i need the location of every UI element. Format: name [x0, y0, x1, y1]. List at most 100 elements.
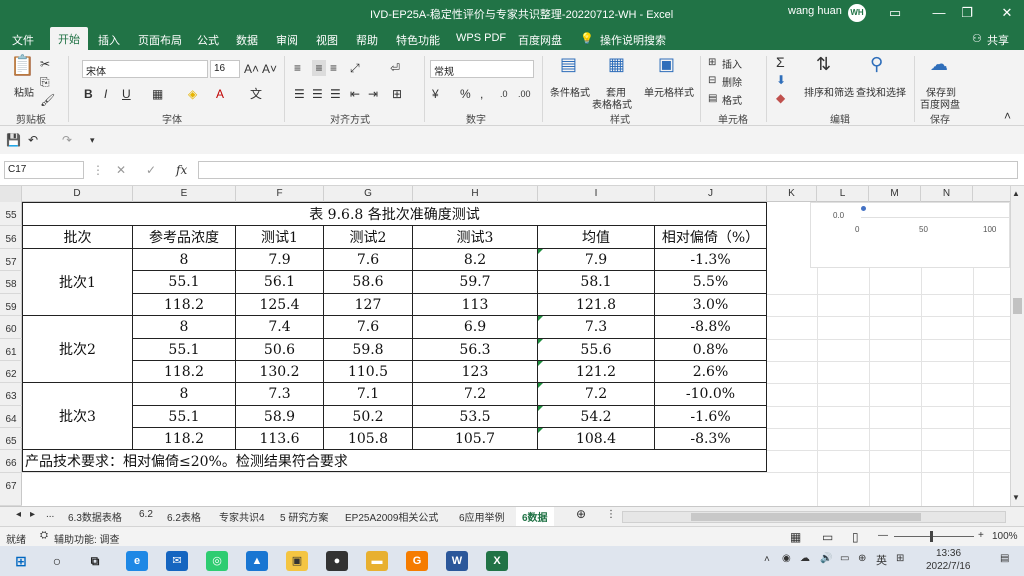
table-cell[interactable]: 6.9	[413, 316, 538, 339]
share-button[interactable]: 共享	[987, 32, 1009, 48]
batch-cell[interactable]: 批次2	[22, 316, 133, 383]
add-sheet-icon[interactable]: ⊕	[576, 507, 586, 521]
format-cells-button[interactable]: 格式	[722, 92, 742, 107]
table-cell[interactable]: -8.3%	[655, 428, 767, 450]
fill-icon[interactable]: ⬇	[776, 72, 786, 88]
zoom-level[interactable]: 100%	[992, 531, 1018, 542]
row-header[interactable]: 65	[0, 428, 22, 450]
table-note[interactable]: 产品技术要求：相对偏倚≤20%。检测结果符合要求	[22, 450, 767, 472]
paste-icon[interactable]: 📋	[10, 56, 35, 76]
volume-icon[interactable]: 🔊	[820, 553, 832, 564]
cell-style-icon[interactable]: ▣	[658, 55, 675, 73]
row-header[interactable]: 67	[0, 473, 22, 506]
table-cell[interactable]: -10.0%	[655, 383, 767, 406]
tab-formulas[interactable]: 公式	[197, 32, 219, 48]
table-cell[interactable]: 125.4	[236, 294, 324, 316]
orientation-icon[interactable]: ⤢	[350, 60, 360, 76]
column-header[interactable]: L	[817, 186, 869, 202]
tab-page-layout[interactable]: 页面布局	[138, 32, 182, 48]
table-title[interactable]: 表 9.6.8 各批次准确度测试	[22, 202, 767, 226]
table-cell[interactable]: 105.8	[324, 428, 413, 450]
wrap-text-icon[interactable]: ⏎	[390, 60, 400, 76]
clear-icon[interactable]: ◆	[776, 90, 785, 106]
table-cell[interactable]: 55.6	[538, 339, 655, 361]
sheet-tab[interactable]: 专家共识4	[219, 509, 265, 524]
windows-start-icon[interactable]: ⊞	[10, 551, 32, 571]
number-format-combo[interactable]: 常规	[430, 60, 534, 78]
table-cell[interactable]: 127	[324, 294, 413, 316]
table-cell[interactable]: 7.3	[236, 383, 324, 406]
row-header[interactable]: 64	[0, 406, 22, 428]
close-icon[interactable]: ✕	[994, 3, 1020, 23]
find-select-icon[interactable]: ⚲	[870, 55, 883, 73]
table-cell[interactable]: 55.1	[133, 271, 236, 294]
align-left-icon[interactable]: ☰	[294, 86, 305, 102]
row-header[interactable]: 59	[0, 294, 22, 316]
tab-wps-pdf[interactable]: WPS PDF	[456, 32, 506, 44]
decrease-indent-icon[interactable]: ⇤	[350, 86, 360, 102]
table-cell[interactable]: -1.3%	[655, 249, 767, 271]
table-cell[interactable]: 118.2	[133, 428, 236, 450]
align-middle-icon[interactable]: ≡	[312, 60, 326, 76]
horizontal-scroll-thumb[interactable]	[691, 513, 921, 521]
table-cell[interactable]: 121.8	[538, 294, 655, 316]
sort-filter-button[interactable]: 排序和筛选	[804, 84, 854, 99]
table-cell[interactable]: 55.1	[133, 339, 236, 361]
table-cell[interactable]: 56.1	[236, 271, 324, 294]
tab-data[interactable]: 数据	[236, 32, 258, 48]
user-name[interactable]: wang huan	[788, 5, 842, 17]
header-test1[interactable]: 测试1	[236, 226, 324, 249]
align-right-icon[interactable]: ☰	[330, 86, 341, 102]
table-cell[interactable]: 113	[413, 294, 538, 316]
find-select-button[interactable]: 查找和选择	[856, 84, 906, 99]
sheet-tab-more[interactable]: ...	[46, 509, 54, 520]
row-header[interactable]: 66	[0, 450, 22, 473]
row-header[interactable]: 62	[0, 361, 22, 383]
table-cell[interactable]: 7.6	[324, 316, 413, 339]
media-app-icon[interactable]: ●	[326, 551, 348, 571]
app-g-icon[interactable]: G	[406, 551, 428, 571]
font-name-combo[interactable]: 宋体	[82, 60, 208, 78]
copy-icon[interactable]: ⎘	[40, 74, 50, 90]
excel-icon[interactable]: X	[486, 551, 508, 571]
row-header[interactable]: 63	[0, 383, 22, 406]
row-header[interactable]: 60	[0, 316, 22, 339]
minimize-icon[interactable]: —	[926, 3, 952, 23]
formula-input[interactable]	[198, 161, 1018, 179]
decrease-decimal-icon[interactable]: .00	[518, 86, 531, 102]
table-cell[interactable]: 7.1	[324, 383, 413, 406]
table-cell[interactable]: 110.5	[324, 361, 413, 383]
cancel-icon[interactable]: ✕	[116, 162, 126, 178]
column-header[interactable]: D	[22, 186, 133, 202]
scroll-tabs-left-icon[interactable]: ◂	[16, 509, 21, 520]
page-layout-view-icon[interactable]: ▭	[822, 529, 833, 545]
tab-view[interactable]: 视图	[316, 32, 338, 48]
tab-features[interactable]: 特色功能	[396, 32, 440, 48]
photos-icon[interactable]: ▲	[246, 551, 268, 571]
column-header[interactable]: E	[133, 186, 236, 202]
table-cell[interactable]: 7.2	[538, 383, 655, 406]
insert-function-icon[interactable]: fx	[176, 162, 187, 178]
percent-icon[interactable]: %	[460, 86, 471, 102]
row-header[interactable]: 55	[0, 202, 22, 226]
mail-icon[interactable]: ✉	[166, 551, 188, 571]
battery-icon[interactable]: ▭	[840, 553, 849, 564]
baidu-cloud-icon[interactable]: ☁	[930, 55, 948, 73]
align-bottom-icon[interactable]: ≡	[330, 60, 337, 76]
table-cell[interactable]: 50.6	[236, 339, 324, 361]
border-icon[interactable]: ▦	[152, 86, 163, 102]
row-header[interactable]: 57	[0, 249, 22, 271]
tab-insert[interactable]: 插入	[98, 32, 120, 48]
table-cell[interactable]: 118.2	[133, 361, 236, 383]
avatar[interactable]: WH	[848, 4, 866, 22]
header-bias[interactable]: 相对偏倚（%）	[655, 226, 767, 249]
table-cell[interactable]: 7.6	[324, 249, 413, 271]
table-cell[interactable]: 7.4	[236, 316, 324, 339]
fill-color-icon[interactable]: ◈	[188, 86, 197, 102]
table-cell[interactable]: 3.0%	[655, 294, 767, 316]
scroll-down-icon[interactable]: ▼	[1012, 490, 1020, 506]
table-cell[interactable]: 121.2	[538, 361, 655, 383]
sheet-tab[interactable]: 5 研究方案	[280, 509, 328, 524]
format-cells-icon[interactable]: ▤	[708, 91, 717, 107]
embedded-chart[interactable]: 0.0 0 50 100	[810, 202, 1010, 268]
